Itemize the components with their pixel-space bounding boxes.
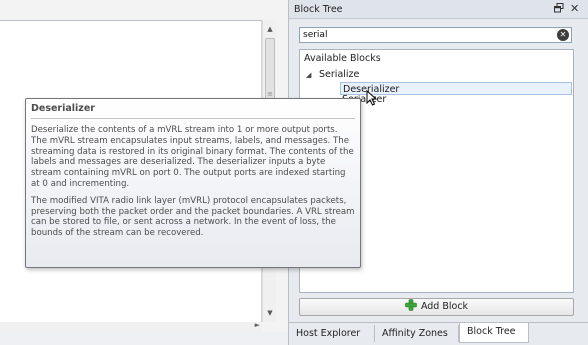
- tree-node-serialize[interactable]: ◢ Serialize: [306, 69, 359, 82]
- block-description-tooltip: Deserializer Deserialize the contents of…: [25, 98, 361, 268]
- green-plus-icon: [405, 299, 417, 311]
- panel-header: Block Tree ✕: [289, 0, 588, 19]
- tab-host-explorer[interactable]: Host Explorer: [289, 325, 375, 342]
- tooltip-title: Deserializer: [31, 103, 95, 114]
- add-block-label: Add Block: [420, 301, 469, 312]
- expanded-triangle-icon[interactable]: ◢: [306, 71, 316, 79]
- scroll-up-arrow-icon[interactable]: ▲: [263, 22, 277, 36]
- search-input[interactable]: [303, 29, 553, 41]
- panel-title: Block Tree: [294, 4, 343, 15]
- close-icon[interactable]: ✕: [570, 2, 579, 15]
- tree-header: Available Blocks: [304, 53, 381, 64]
- panel-tabs: Host Explorer Affinity Zones Block Tree: [289, 322, 588, 345]
- mouse-cursor-icon: [366, 90, 378, 106]
- tooltip-paragraph: Deserialize the contents of a mVRL strea…: [31, 125, 354, 189]
- search-field[interactable]: ✕: [299, 27, 572, 43]
- restore-icon[interactable]: [554, 3, 564, 16]
- scroll-down-arrow-icon[interactable]: ▼: [263, 306, 277, 320]
- tooltip-paragraph: The modified VITA radio link layer (mVRL…: [31, 195, 355, 239]
- tab-affinity-zones[interactable]: Affinity Zones: [375, 325, 459, 342]
- add-block-button[interactable]: Add Block: [299, 298, 574, 316]
- scroll-grip-icon: ≡: [267, 90, 273, 98]
- tree-node-label: Serialize: [319, 69, 360, 80]
- clear-search-icon[interactable]: ✕: [557, 29, 569, 41]
- tab-block-tree[interactable]: Block Tree: [459, 323, 529, 343]
- editor-horizontal-scrollbar[interactable]: ►: [0, 321, 262, 332]
- tooltip-divider: [31, 118, 355, 119]
- scroll-right-arrow-icon[interactable]: ►: [255, 321, 260, 329]
- editor-bottom-strip: [0, 332, 288, 345]
